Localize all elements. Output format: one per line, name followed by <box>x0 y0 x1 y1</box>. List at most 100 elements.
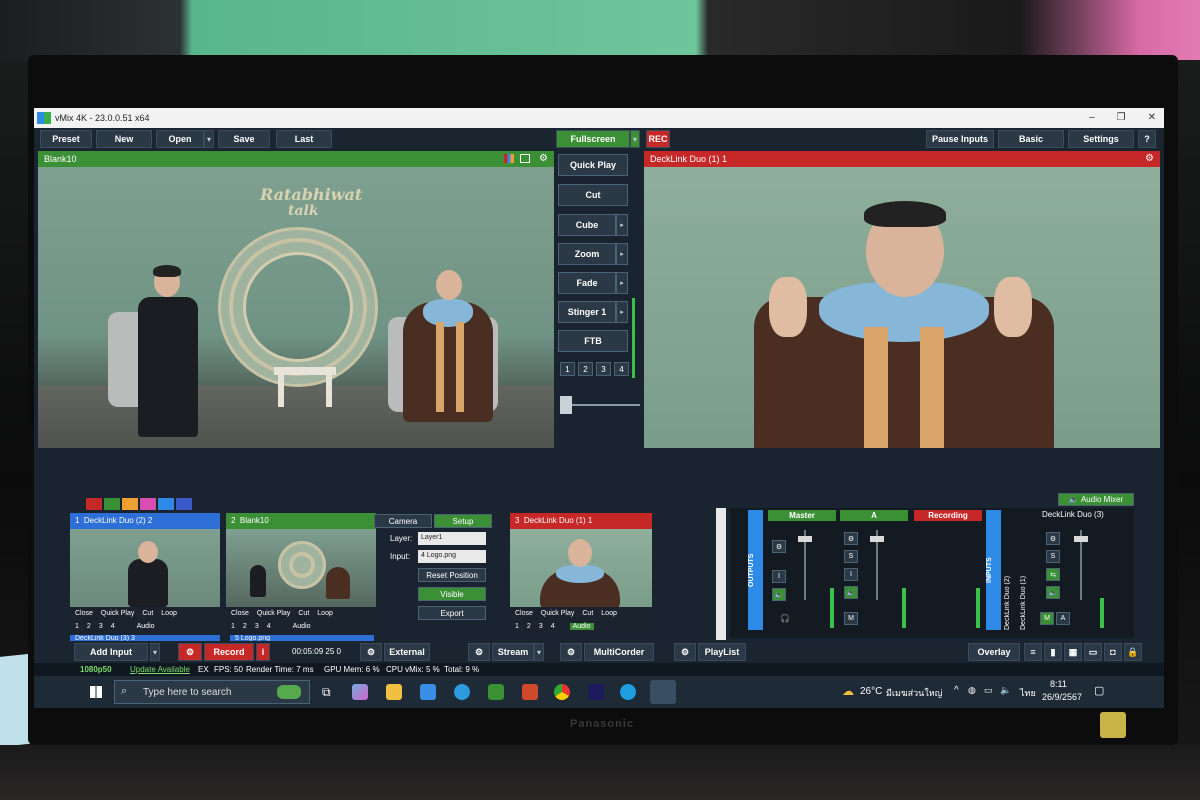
browser-icon[interactable] <box>454 684 470 700</box>
quick-play-button[interactable]: Quick Play <box>98 610 137 617</box>
audio-mixer-button[interactable]: 🔈 Audio Mixer <box>1058 493 1134 506</box>
overlay-2-button[interactable]: 2 <box>240 623 250 630</box>
levels-icon[interactable]: ▮ <box>1044 643 1062 661</box>
loop-button[interactable]: Loop <box>314 610 336 617</box>
colorbars-icon[interactable] <box>504 154 514 163</box>
language-indicator[interactable]: ไทย <box>1020 686 1036 700</box>
input-thumbnail[interactable] <box>510 529 652 607</box>
output-gear-icon[interactable]: ⚙ <box>1145 151 1154 167</box>
fullscreen-dropdown-button[interactable]: ▾ <box>630 130 640 148</box>
multicorder-gear-icon[interactable]: ⚙ <box>560 643 582 661</box>
cut-button[interactable]: Cut <box>558 184 628 206</box>
reset-position-button[interactable]: Reset Position <box>418 568 486 582</box>
overlay-2-button[interactable]: 2 <box>84 623 94 630</box>
pause-inputs-button[interactable]: Pause Inputs <box>926 130 994 148</box>
input-thumbnail[interactable] <box>70 529 220 607</box>
overlay-1-button[interactable]: 1 <box>72 623 82 630</box>
minimize-button[interactable]: – <box>1089 108 1095 128</box>
overlay-1-button[interactable]: 1 <box>512 623 522 630</box>
channel-gear-icon[interactable]: ⚙ <box>1046 532 1060 545</box>
close-button[interactable]: Close <box>512 610 536 617</box>
input-select[interactable]: 4 Logo.png <box>418 550 486 563</box>
master-speaker-icon[interactable]: 🔈 <box>772 588 786 601</box>
audio-button[interactable]: Audio <box>569 623 594 630</box>
copilot-icon[interactable] <box>352 684 368 700</box>
overlay-3-button[interactable]: 3 <box>252 623 262 630</box>
record-button[interactable]: Record <box>204 643 254 661</box>
channel-3-fader[interactable] <box>1074 536 1088 542</box>
basic-button[interactable]: Basic <box>998 130 1064 148</box>
overlay-button[interactable]: Overlay <box>968 643 1020 661</box>
update-link[interactable]: Update Available <box>130 663 190 676</box>
color-tag-orange[interactable] <box>122 498 138 510</box>
tray-chevron-icon[interactable]: ^ <box>954 685 959 696</box>
setup-button[interactable]: Setup <box>434 514 492 528</box>
transition-2-button[interactable]: 2 <box>578 362 593 376</box>
layer-select[interactable]: Layer1 <box>418 532 486 545</box>
weather-temp[interactable]: 26°C <box>860 686 882 697</box>
taskbar-search-box[interactable]: ⌕ Type here to search <box>114 680 310 704</box>
stream-gear-icon[interactable]: ⚙ <box>468 643 490 661</box>
tray-volume-icon[interactable]: 🔈 <box>1000 685 1011 696</box>
grid-icon[interactable]: ▦ <box>1064 643 1082 661</box>
headphones-icon[interactable]: 🎧 <box>780 614 790 623</box>
color-tag-red[interactable] <box>86 498 102 510</box>
master-i-button[interactable]: I <box>772 570 786 583</box>
color-tag-navy[interactable] <box>176 498 192 510</box>
visible-button[interactable]: Visible <box>418 587 486 601</box>
bus-a-s-button[interactable]: S <box>844 550 858 563</box>
channel-m-button[interactable]: M <box>1040 612 1054 625</box>
fade-button[interactable]: Fade <box>558 272 616 294</box>
channel-route-icon[interactable]: ⇆ <box>1046 568 1060 581</box>
quick-play-button[interactable]: Quick Play <box>254 610 293 617</box>
audio-button[interactable]: Audio <box>290 623 314 630</box>
gear-icon[interactable]: ⚙ <box>539 151 548 167</box>
screen-icon[interactable] <box>520 154 530 163</box>
open-dropdown-button[interactable]: ▾ <box>204 130 214 148</box>
overlay-4-button[interactable]: 4 <box>108 623 118 630</box>
powerpoint-icon[interactable] <box>522 684 538 700</box>
last-button[interactable]: Last <box>276 130 332 148</box>
color-tag-green[interactable] <box>104 498 120 510</box>
add-input-dropdown-button[interactable]: ▾ <box>150 643 160 661</box>
new-button[interactable]: New <box>96 130 152 148</box>
stinger-button[interactable]: Stinger 1 <box>558 301 616 323</box>
master-gear-icon[interactable]: ⚙ <box>772 540 786 553</box>
zoom-dropdown-button[interactable]: ▸ <box>616 243 628 265</box>
export-button[interactable]: Export <box>418 606 486 620</box>
cut-button[interactable]: Cut <box>139 610 156 617</box>
bus-a-speaker-icon[interactable]: 🔈 <box>844 586 858 599</box>
fullscreen-button[interactable]: Fullscreen <box>556 130 630 148</box>
file-explorer-icon[interactable] <box>386 684 402 700</box>
vmix-taskbar-icon[interactable] <box>650 680 676 704</box>
task-view-icon[interactable]: ⧉ <box>322 685 331 700</box>
camera-button[interactable]: Camera <box>374 514 432 528</box>
quick-play-button[interactable]: Quick Play <box>558 154 628 176</box>
notification-icon[interactable]: ▢ <box>1094 684 1104 697</box>
input-tile-3[interactable]: 3 DeckLink Duo (1) 1 Close Quick Play Cu… <box>510 513 652 633</box>
mail-icon[interactable] <box>420 684 436 700</box>
camera-icon[interactable]: ◘ <box>1104 643 1122 661</box>
cut-button[interactable]: Cut <box>579 610 596 617</box>
clock-time[interactable]: 8:11 <box>1050 679 1067 689</box>
close-button[interactable]: ✕ <box>1148 108 1156 128</box>
channel-speaker-icon[interactable]: 🔈 <box>1046 586 1060 599</box>
bus-a-i-button[interactable]: I <box>844 568 858 581</box>
cut-button[interactable]: Cut <box>295 610 312 617</box>
input-tile-1[interactable]: 1 DeckLink Duo (2) 2 Close Quick Play Cu… <box>70 513 220 633</box>
overlay-4-button[interactable]: 4 <box>264 623 274 630</box>
channel-a-button[interactable]: A <box>1056 612 1070 625</box>
channel-s-button[interactable]: S <box>1046 550 1060 563</box>
record-gear-icon[interactable]: ⚙ <box>178 643 202 661</box>
input-tile-2[interactable]: 2 Blank10 Close Quick Play Cut Loop 1 2 … <box>226 513 376 633</box>
preset-button[interactable]: Preset <box>40 130 92 148</box>
stream-button[interactable]: Stream <box>492 643 534 661</box>
stream-dropdown-button[interactable]: ▾ <box>534 643 544 661</box>
cube-dropdown-button[interactable]: ▸ <box>616 214 628 236</box>
spreadsheet-icon[interactable] <box>488 684 504 700</box>
external-button[interactable]: External <box>384 643 430 661</box>
overlay-3-button[interactable]: 3 <box>96 623 106 630</box>
loop-button[interactable]: Loop <box>598 610 620 617</box>
fade-dropdown-button[interactable]: ▸ <box>616 272 628 294</box>
color-tag-pink[interactable] <box>140 498 156 510</box>
